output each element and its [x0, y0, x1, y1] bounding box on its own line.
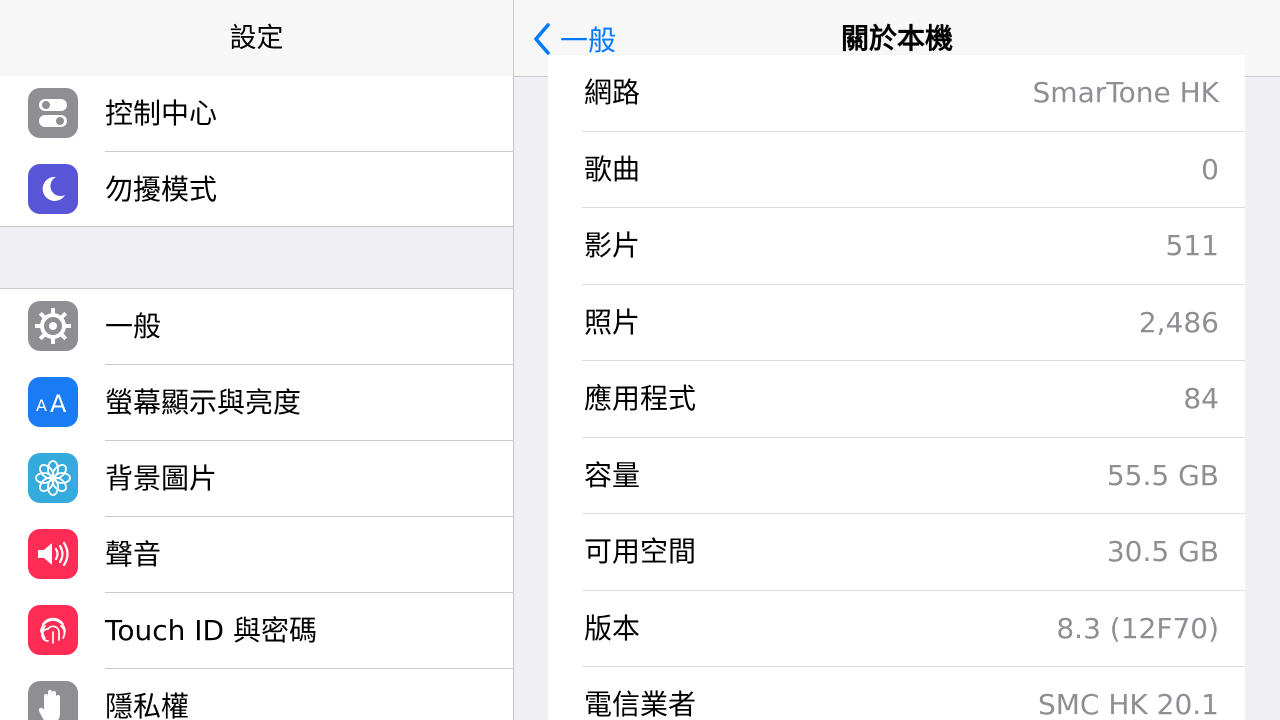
- info-value: 0: [1201, 152, 1219, 186]
- info-key: 容量: [584, 458, 641, 492]
- settings-item-general[interactable]: 一般: [0, 289, 513, 365]
- info-value: SmarTone HK: [1032, 76, 1219, 109]
- info-row-carrier: 電信業者 SMC HK 20.1: [548, 667, 1245, 720]
- settings-item-wallpaper[interactable]: 背景圖片: [0, 441, 513, 517]
- info-value: 55.5 GB: [1106, 458, 1219, 492]
- info-value: 511: [1165, 229, 1219, 262]
- info-value: 30.5 GB: [1106, 535, 1219, 568]
- info-value: 2,486: [1138, 305, 1219, 339]
- settings-item-display-brightness[interactable]: A A 螢幕顯示與亮度: [0, 365, 513, 441]
- settings-screen: 設定 控制中心 勿擾模式 一般 A A 螢幕顯示與亮度 背景圖片 聲音 Touc…: [0, 0, 1280, 720]
- fingerprint-icon: [28, 605, 78, 655]
- speaker-icon: [28, 529, 78, 579]
- svg-text:A: A: [36, 396, 47, 415]
- control-center-icon: [28, 88, 78, 138]
- info-key: 版本: [584, 611, 641, 645]
- moon-icon: [28, 164, 78, 214]
- info-key: 網路: [584, 76, 641, 109]
- info-row-photos: 照片 2,486: [548, 285, 1245, 361]
- settings-item-label: 控制中心: [105, 97, 218, 130]
- settings-item-label: 螢幕顯示與亮度: [105, 386, 302, 419]
- settings-item-label: 勿擾模式: [105, 173, 218, 206]
- text-size-icon: A A: [28, 377, 78, 427]
- info-key: 照片: [584, 305, 641, 339]
- settings-item-do-not-disturb[interactable]: 勿擾模式: [0, 152, 513, 228]
- settings-group-1: 控制中心 勿擾模式: [0, 76, 513, 227]
- settings-item-privacy[interactable]: 隱私權: [0, 669, 513, 720]
- settings-item-label: 聲音: [105, 538, 162, 571]
- info-value: SMC HK 20.1: [1037, 688, 1219, 720]
- hand-icon: [28, 681, 78, 720]
- master-navbar: 設定: [0, 0, 513, 77]
- flower-icon: [28, 453, 78, 503]
- info-row-capacity: 容量 55.5 GB: [548, 438, 1245, 514]
- info-row-applications: 應用程式 84: [548, 361, 1245, 438]
- gear-icon: [28, 301, 78, 351]
- settings-item-label: 一般: [105, 310, 162, 343]
- info-row-available: 可用空間 30.5 GB: [548, 514, 1245, 591]
- info-key: 電信業者: [584, 688, 697, 720]
- settings-group-2: 一般 A A 螢幕顯示與亮度 背景圖片 聲音 Touch ID 與密碼 隱私權: [0, 288, 513, 720]
- info-key: 歌曲: [584, 152, 641, 186]
- master-title: 設定: [229, 23, 284, 54]
- settings-item-label: 隱私權: [105, 690, 190, 720]
- info-row-videos: 影片 511: [548, 208, 1245, 285]
- settings-item-touch-id-passcode[interactable]: Touch ID 與密碼: [0, 593, 513, 669]
- settings-master-pane: 設定 控制中心 勿擾模式 一般 A A 螢幕顯示與亮度 背景圖片 聲音 Touc…: [0, 0, 514, 720]
- info-row-version: 版本 8.3 (12F70): [548, 591, 1245, 667]
- settings-item-sounds[interactable]: 聲音: [0, 517, 513, 593]
- info-value: 8.3 (12F70): [1056, 611, 1219, 645]
- svg-text:A: A: [50, 390, 67, 417]
- settings-item-label: 背景圖片: [105, 462, 218, 495]
- settings-item-control-center[interactable]: 控制中心: [0, 76, 513, 152]
- settings-item-label: Touch ID 與密碼: [105, 614, 317, 647]
- info-row-network: 網路 SmarTone HK: [548, 55, 1245, 132]
- info-row-songs: 歌曲 0: [548, 132, 1245, 208]
- info-key: 影片: [584, 229, 641, 262]
- info-key: 應用程式: [584, 382, 697, 415]
- about-info-list: 網路 SmarTone HK 歌曲 0 影片 511 照片 2,486 應用程式: [548, 55, 1245, 720]
- about-detail-pane: 一般 關於本機 網路 SmarTone HK 歌曲 0 影片 511 照片 2,…: [514, 0, 1280, 720]
- info-value: 84: [1183, 382, 1219, 415]
- info-key: 可用空間: [584, 535, 697, 568]
